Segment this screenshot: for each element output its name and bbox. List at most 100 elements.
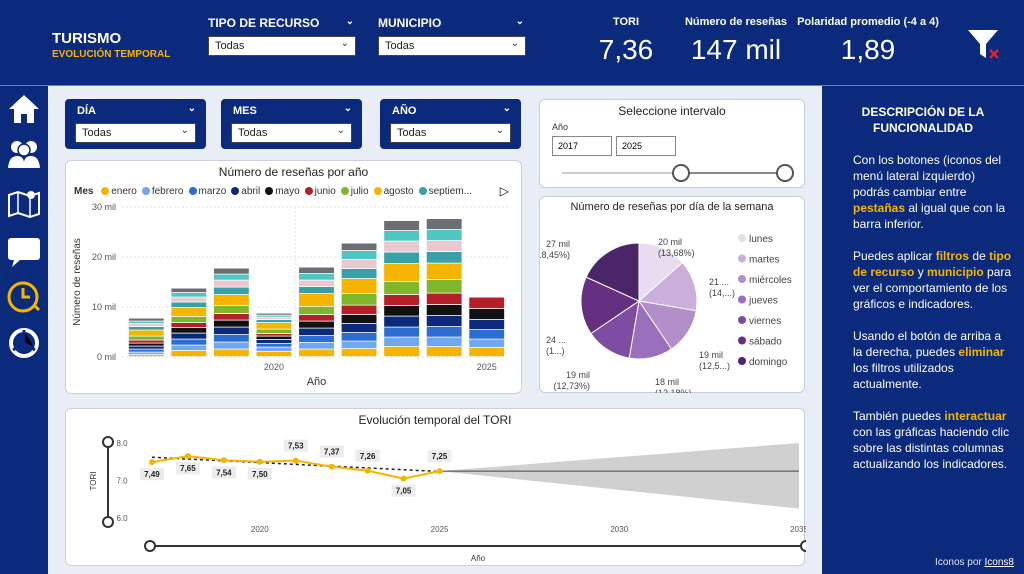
- reviews-by-year-card: Número de reseñas por año Mes enero febre…: [65, 160, 522, 394]
- chevron-down-icon[interactable]: ⌄: [188, 103, 196, 114]
- kpi-label: Número de reseñas: [684, 16, 788, 28]
- legend-item: lunes: [749, 234, 773, 245]
- data-label: 7,05: [396, 487, 412, 496]
- bar-segment: [341, 341, 377, 349]
- home-icon[interactable]: [6, 92, 42, 128]
- bar-segment: [256, 315, 292, 317]
- bar-segment: [299, 267, 334, 274]
- bar-segment: [213, 287, 249, 295]
- tori-point: [364, 467, 371, 474]
- bar-segment: [256, 317, 292, 320]
- bar-segment: [384, 316, 420, 327]
- y-tick-label: 20 mil: [92, 252, 116, 262]
- y-tick-label: 0 mil: [97, 352, 116, 362]
- bar-chart[interactable]: 0 mil 10 mil 20 mil 30 mil 2020 2025 Año Número…: [66, 187, 523, 395]
- description-p2: Puedes aplicar filtros de tipo de recurs…: [853, 249, 1012, 311]
- interval-card: Seleccione intervalo Año 2017 2025: [539, 99, 805, 188]
- kpi-value: 147 mil: [690, 34, 782, 65]
- legend-swatch: [738, 336, 746, 345]
- users-icon[interactable]: [6, 136, 42, 172]
- slider-handle-start[interactable]: [672, 164, 690, 182]
- pie-data-label: 24 ... (1...): [546, 335, 566, 356]
- bar-segment: [341, 349, 377, 357]
- interval-to-input[interactable]: 2025: [616, 136, 676, 156]
- pie-data-label: 19 mil (12,73%): [553, 370, 590, 391]
- data-label: 7,54: [216, 468, 232, 477]
- chevron-down-icon[interactable]: ⌄: [516, 16, 524, 27]
- y-axis-title: TORI: [89, 472, 98, 491]
- data-label: 7,65: [180, 464, 196, 473]
- bar-segment: [128, 343, 164, 346]
- bar-segment: [341, 243, 377, 251]
- bar-segment: [426, 305, 462, 316]
- bar-segment: [256, 336, 292, 340]
- bar-segment: [128, 330, 164, 336]
- bar-segment: [341, 269, 377, 279]
- bar-segment: [171, 351, 207, 357]
- bar-segment: [426, 293, 462, 305]
- bar-segment: [341, 324, 377, 333]
- clock-icon[interactable]: [6, 280, 42, 316]
- bar-segment: [384, 241, 420, 252]
- bar-segment: [256, 340, 292, 344]
- legend-swatch: [738, 357, 746, 365]
- bar-segment: [426, 280, 462, 293]
- pie-chart[interactable]: 20 mil (13,68%) lunes 21 ... (14,...) martes 1…: [540, 215, 806, 393]
- kpi-label: Polaridad promedio (-4 a 4): [797, 16, 939, 28]
- bar-segment: [469, 309, 505, 320]
- pie-data-label: 27 mil(18,45%): [540, 239, 570, 260]
- main-area: DÍA ⌄ Todas ⌄ MES ⌄ Todas ⌄ AÑO ⌄ Todas ⌄ Sele…: [48, 86, 822, 574]
- bar-segment: [384, 221, 420, 231]
- bar-segment: [171, 297, 207, 302]
- bar-segment: [341, 294, 377, 305]
- kpi-value: 7,36: [598, 34, 654, 65]
- cycle-icon[interactable]: [6, 326, 42, 362]
- chat-icon[interactable]: [6, 234, 42, 270]
- municipality-filter: MUNICIPIO ⌄ Todas ⌄: [378, 16, 526, 56]
- data-label: 7,26: [360, 452, 376, 461]
- chevron-down-icon[interactable]: ⌄: [346, 16, 354, 27]
- chevron-down-icon[interactable]: ⌄: [344, 103, 352, 114]
- tori-point: [148, 459, 155, 466]
- bar-segment: [213, 280, 249, 287]
- bar-segment: [128, 336, 164, 340]
- bar-segment: [213, 274, 249, 280]
- resource-type-value: Todas: [215, 40, 245, 52]
- bar-segment: [341, 251, 377, 260]
- resource-type-filter: TIPO DE RECURSO ⌄ Todas ⌄: [208, 16, 356, 56]
- tori-point: [436, 468, 443, 475]
- data-label: 7,49: [144, 470, 160, 479]
- bar-segment: [256, 352, 292, 357]
- map-icon[interactable]: [6, 186, 42, 222]
- y-slider-handle-top: [102, 436, 114, 448]
- bar-segment: [171, 333, 207, 339]
- x-axis-title: Año: [307, 376, 327, 388]
- pie-data-label: 21 ... (14,...): [709, 277, 735, 298]
- chevron-down-icon[interactable]: ⌄: [503, 103, 511, 114]
- month-dropdown[interactable]: Todas ⌄: [231, 123, 352, 143]
- bar-segment: [256, 313, 292, 315]
- clear-filters-icon[interactable]: [966, 28, 1006, 69]
- bar-segment: [128, 318, 164, 321]
- x-tick-label: 2025: [477, 362, 497, 372]
- x-tick-label: 2025: [431, 525, 449, 534]
- year-dropdown[interactable]: Todas ⌄: [390, 123, 511, 143]
- x-slider-handle-start: [144, 540, 156, 552]
- top-header: TURISMO EVOLUCIÓN TEMPORAL TIPO DE RECUR…: [0, 0, 1024, 86]
- forecast-band: [439, 443, 799, 509]
- line-chart[interactable]: 6.0 7.0 8.0 TORI 7,49 7,65 7,54 7,50 7,53 7,37 7,2…: [66, 425, 806, 565]
- icons8-link[interactable]: Icons8: [985, 557, 1014, 568]
- municipality-dropdown[interactable]: Todas ⌄: [378, 36, 526, 56]
- bar-segment: [426, 219, 462, 230]
- bar-segment: [213, 320, 249, 327]
- bar-segment: [256, 320, 292, 323]
- interval-from-input[interactable]: 2017: [552, 136, 612, 156]
- day-dropdown[interactable]: Todas ⌄: [75, 123, 196, 143]
- bar-segment: [469, 330, 505, 339]
- slider-handle-end[interactable]: [776, 164, 794, 182]
- description-panel: DESCRIPCIÓN DE LA FUNCIONALIDAD Con los …: [822, 86, 1024, 574]
- bar-segment: [426, 263, 462, 280]
- legend-item: viernes: [749, 316, 781, 327]
- resource-type-dropdown[interactable]: Todas ⌄: [208, 36, 356, 56]
- bar-segment: [256, 347, 292, 352]
